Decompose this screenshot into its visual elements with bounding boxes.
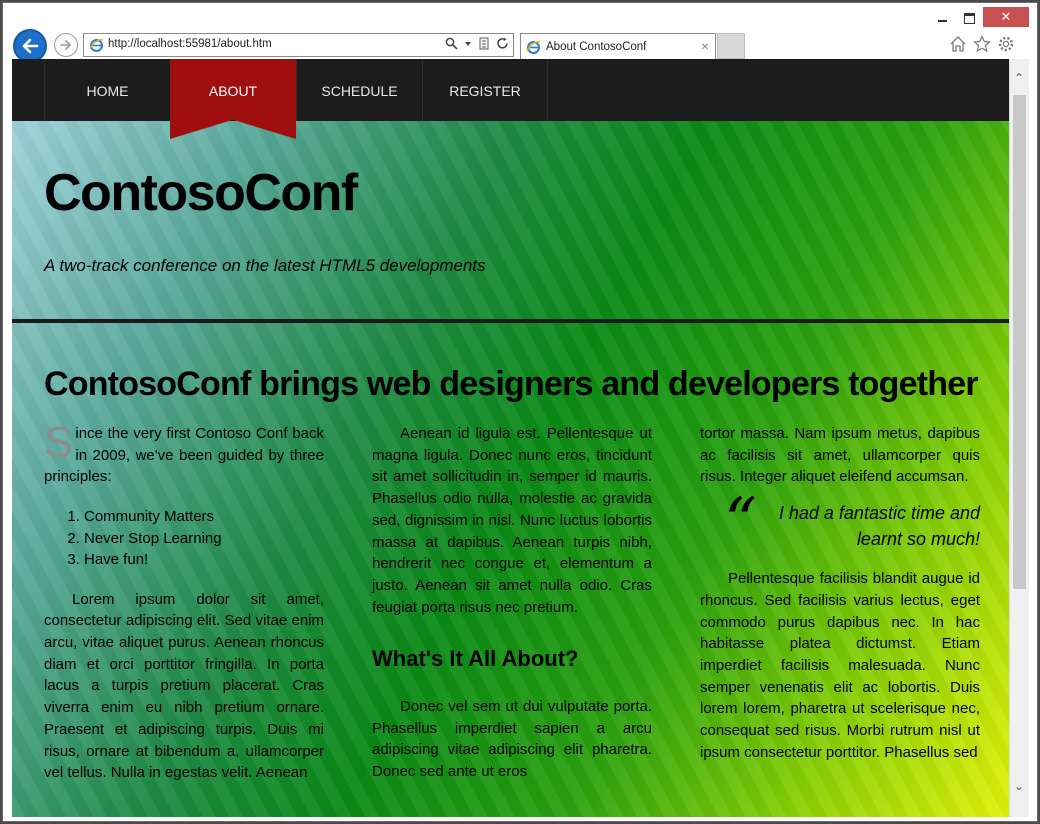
quote-mark-icon: “ (724, 485, 757, 560)
quote-text: I had a fantastic time and learnt so muc… (778, 503, 980, 550)
address-bar[interactable]: http://localhost:55981/about.htm (83, 33, 514, 57)
new-tab-button[interactable] (717, 33, 745, 59)
pull-quote: “ I had a fantastic time and learnt so m… (700, 490, 980, 554)
browser-toolbar (949, 35, 1015, 53)
nav-schedule[interactable]: SCHEDULE (296, 59, 422, 121)
list-item: Have fun! (84, 549, 324, 571)
close-window-button[interactable]: ✕ (983, 7, 1029, 27)
principles-list: Community Matters Never Stop Learning Ha… (44, 506, 324, 571)
dropdown-icon[interactable] (464, 40, 472, 48)
scrollbar-thumb[interactable] (1013, 95, 1026, 589)
compatibility-view-icon[interactable] (478, 37, 490, 50)
close-icon: ✕ (1000, 9, 1012, 25)
drop-cap: S (44, 418, 74, 467)
minimize-icon (937, 20, 947, 22)
ie-logo-icon (89, 39, 104, 52)
nav-home[interactable]: HOME (44, 59, 170, 121)
scroll-down-icon[interactable]: ⌄ (1014, 779, 1024, 793)
forward-button[interactable] (54, 33, 78, 57)
site-title: ContosoConf (44, 164, 358, 222)
settings-gear-icon[interactable] (997, 35, 1015, 53)
refresh-icon[interactable] (496, 37, 509, 50)
tab-title: About ContosoConf (546, 41, 647, 53)
body-paragraph: Aenean id ligula est. Pellentesque ut ma… (372, 425, 652, 616)
body-paragraph: Pellentesque facilisis blandit augue id … (700, 570, 980, 761)
tab-close-icon[interactable]: × (701, 38, 709, 54)
minimize-button[interactable] (931, 7, 953, 29)
back-button[interactable] (13, 29, 47, 63)
body-paragraph: Donec vel sem ut dui vulputate porta. Ph… (372, 698, 652, 781)
body-paragraph: tortor massa. Nam ipsum metus, dapibus a… (700, 425, 980, 486)
address-tools (445, 37, 509, 50)
content-column-1: Since the very first Contoso Conf back i… (44, 418, 324, 784)
body-paragraph: Lorem ipsum dolor sit amet, consectetur … (44, 590, 324, 782)
section-subheading: What's It All About? (372, 646, 579, 672)
intro-text: ince the very first Contoso Conf back in… (44, 425, 324, 486)
content-column-3: tortor massa. Nam ipsum metus, dapibus a… (700, 423, 980, 763)
tab-about-contosoconf[interactable]: About ContosoConf × (520, 33, 716, 61)
arrow-left-icon (22, 38, 39, 54)
site-tagline: A two-track conference on the latest HTM… (44, 256, 486, 275)
arrow-right-icon (60, 40, 71, 50)
nav-register[interactable]: REGISTER (422, 59, 548, 121)
intro-paragraph: Since the very first Contoso Conf back i… (44, 418, 324, 488)
favorites-star-icon[interactable] (973, 35, 991, 53)
scroll-up-icon[interactable]: ⌃ (1014, 71, 1024, 85)
list-item: Never Stop Learning (84, 528, 324, 550)
page-headline: ContosoConf brings web designers and dev… (44, 365, 979, 403)
nav-about[interactable]: ABOUT (170, 59, 296, 139)
maximize-button[interactable] (958, 7, 980, 29)
home-icon[interactable] (949, 35, 967, 53)
site-navbar: HOME ABOUT SCHEDULE REGISTER (12, 59, 1009, 139)
content-column-2: Aenean id ligula est. Pellentesque ut ma… (372, 423, 652, 783)
url-text: http://localhost:55981/about.htm (108, 38, 272, 50)
search-icon[interactable] (445, 37, 458, 50)
maximize-icon (963, 12, 975, 24)
page-viewport: HOME ABOUT SCHEDULE REGISTER ContosoConf… (12, 59, 1009, 817)
header-divider (12, 319, 1009, 323)
browser-window: ✕ http://localhost:55981/about.htm About… (2, 2, 1038, 822)
ie-logo-icon (526, 41, 541, 54)
vertical-scrollbar[interactable]: ⌃ ⌄ (1009, 59, 1029, 817)
list-item: Community Matters (84, 506, 324, 528)
